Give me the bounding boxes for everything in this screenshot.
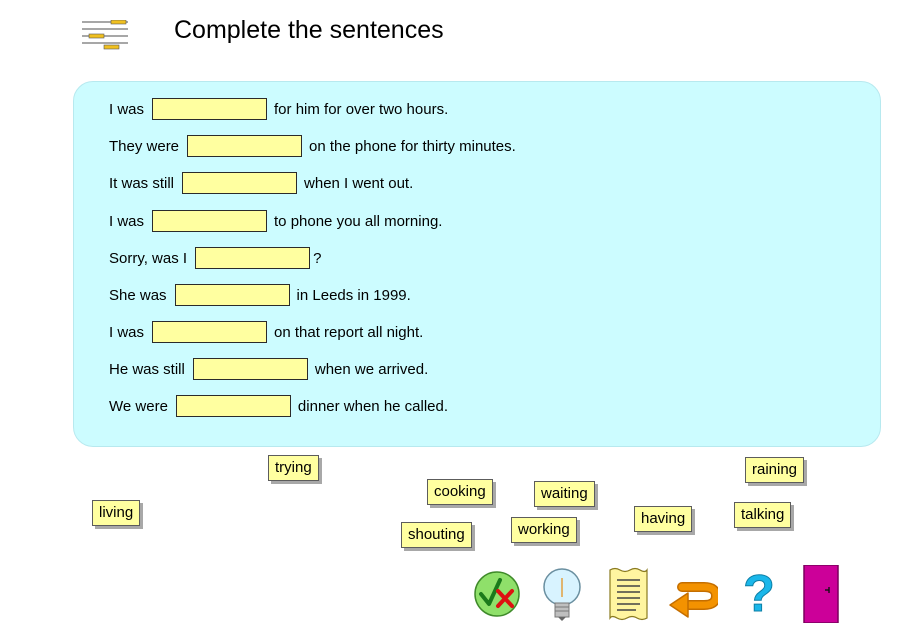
sentence-text-before: She was — [109, 286, 167, 304]
sentence-row: Sorry, was I? — [109, 246, 321, 270]
sentence-text-after: when we arrived. — [314, 360, 429, 378]
lightbulb-icon[interactable] — [537, 565, 587, 623]
question-mark-icon[interactable]: ? — [734, 565, 784, 623]
sentence-row: I was to phone you all morning. — [109, 209, 442, 233]
answer-gap[interactable] — [152, 210, 268, 232]
sentence-text-after: for him for over two hours. — [274, 100, 449, 118]
sentence-row: It was still when I went out. — [109, 171, 413, 195]
page-title: Complete the sentences — [174, 16, 444, 44]
sentence-text-after: on the phone for thirty minutes. — [309, 137, 516, 155]
sentence-text-before: I was — [109, 212, 145, 230]
sentence-text-before: Sorry, was I — [109, 249, 188, 267]
undo-arrow-icon[interactable] — [668, 565, 718, 623]
answer-gap[interactable] — [195, 247, 311, 269]
word-tile[interactable]: having — [634, 506, 693, 532]
word-tile[interactable]: shouting — [401, 522, 472, 548]
word-tile[interactable]: trying — [268, 455, 319, 481]
answer-gap[interactable] — [174, 284, 290, 306]
sentence-row: I was on that report all night. — [109, 320, 423, 344]
svg-text:?: ? — [743, 565, 775, 623]
word-tile[interactable]: talking — [734, 502, 792, 528]
answer-gap[interactable] — [152, 321, 268, 343]
answer-gap[interactable] — [192, 358, 308, 380]
sentence-text-before: I was — [109, 100, 145, 118]
sentence-row: They were on the phone for thirty minutes… — [109, 134, 516, 158]
sentence-text-before: I was — [109, 323, 145, 341]
sentence-row: I was for him for over two hours. — [109, 97, 448, 121]
word-tile[interactable]: cooking — [427, 479, 493, 505]
answer-gap[interactable] — [182, 172, 298, 194]
sentence-text-before: We were — [109, 397, 168, 415]
sentence-row: She was in Leeds in 1999. — [109, 283, 411, 307]
answer-gap[interactable] — [152, 98, 268, 120]
text-lines-icon — [82, 20, 128, 50]
sentence-row: He was still when we arrived. — [109, 357, 428, 381]
sentence-text-after: on that report all night. — [274, 323, 424, 341]
sentence-text-after: ? — [313, 249, 322, 267]
sentence-text-after: in Leeds in 1999. — [296, 286, 411, 304]
exit-door-icon[interactable] — [802, 565, 840, 623]
word-tile[interactable]: living — [92, 500, 141, 526]
document-icon[interactable] — [603, 565, 653, 623]
sentence-text-before: It was still — [109, 174, 175, 192]
word-tile[interactable]: working — [511, 517, 577, 543]
answer-gap[interactable] — [187, 135, 303, 157]
answer-gap[interactable] — [175, 395, 291, 417]
sentence-row: We were dinner when he called. — [109, 394, 448, 418]
sentence-text-after: dinner when he called. — [297, 397, 449, 415]
word-tile[interactable]: waiting — [534, 481, 595, 507]
sentence-text-after: when I went out. — [304, 174, 414, 192]
word-tile[interactable]: raining — [745, 457, 805, 483]
sentence-text-after: to phone you all morning. — [274, 212, 443, 230]
sentence-text-before: They were — [109, 137, 180, 155]
check-cross-icon[interactable] — [472, 565, 522, 623]
sentence-text-before: He was still — [109, 360, 185, 378]
